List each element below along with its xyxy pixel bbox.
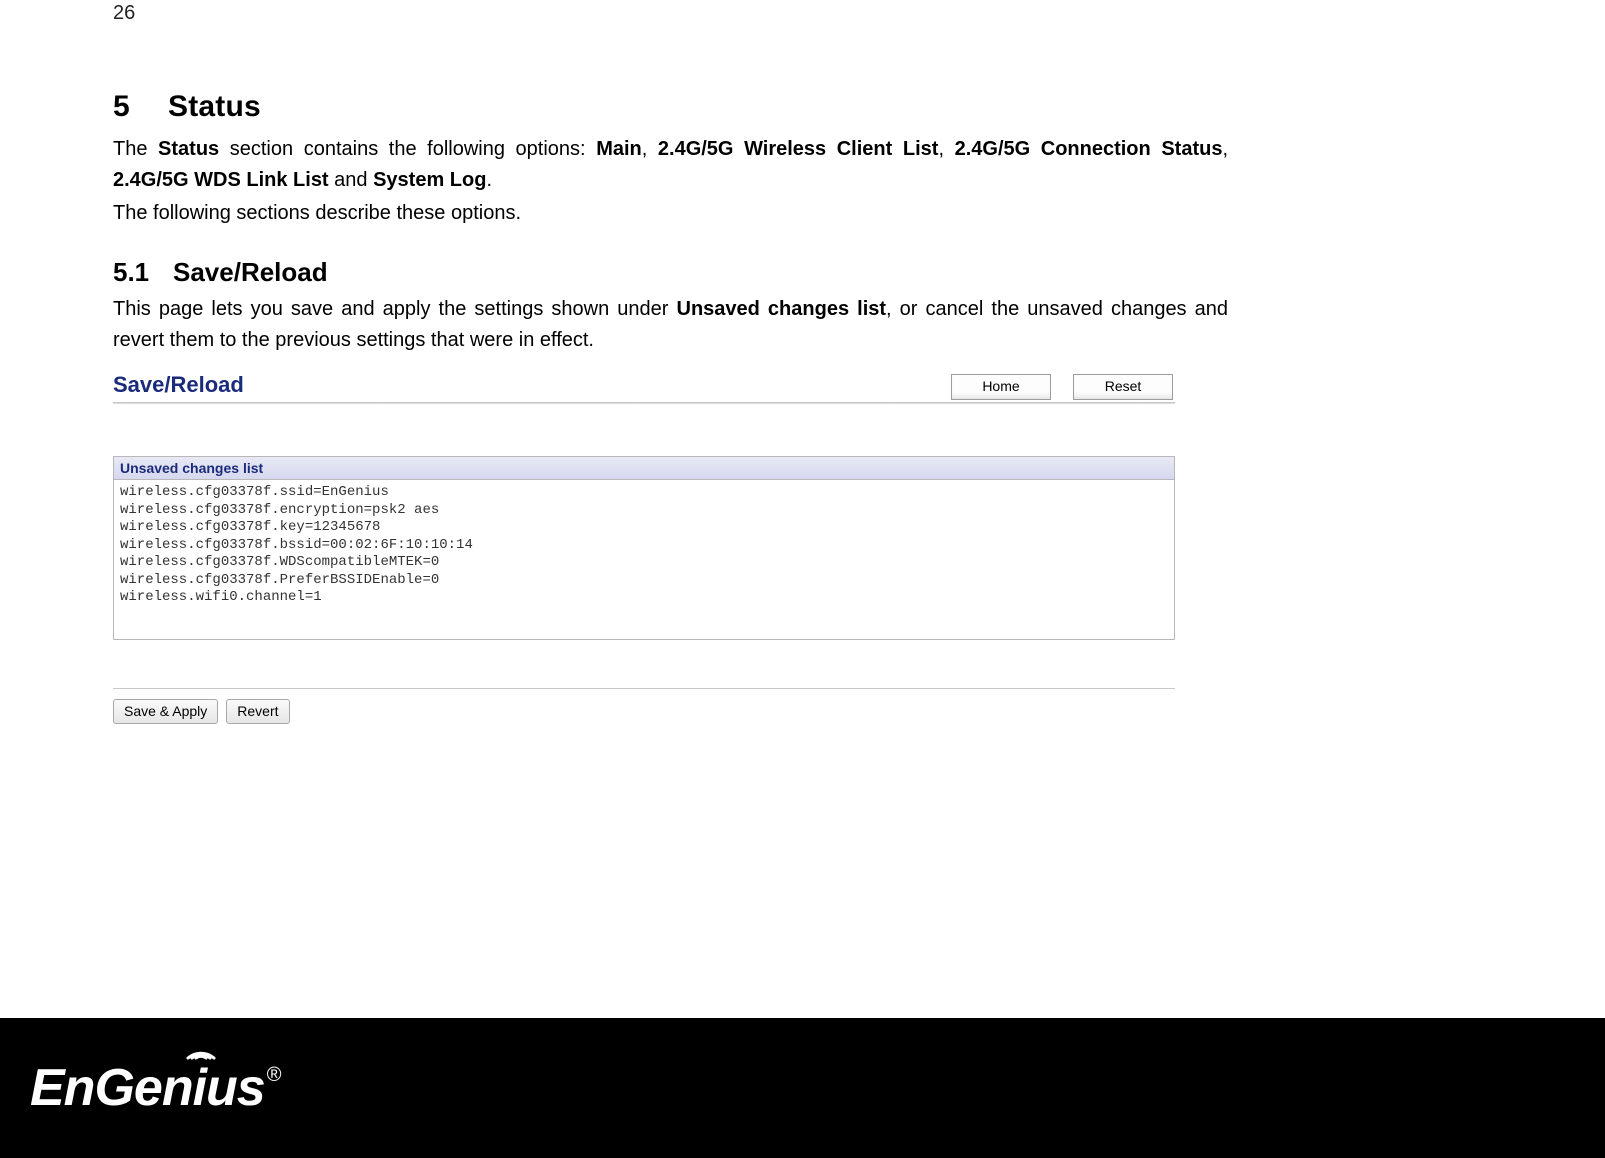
save-apply-button[interactable]: Save & Apply bbox=[113, 699, 218, 724]
footer: EnGeni us ® bbox=[0, 1018, 1605, 1158]
ui-title: Save/Reload bbox=[113, 372, 244, 402]
ui-title-buttons: Home Reset bbox=[951, 374, 1175, 402]
subsection-heading: 5.1Save/Reload bbox=[113, 257, 1228, 288]
intro-paragraph-1: The Status section contains the followin… bbox=[113, 134, 1228, 196]
ui-divider-2 bbox=[113, 688, 1175, 689]
engenius-logo: EnGeni us ® bbox=[30, 1058, 281, 1118]
unsaved-changes-body: wireless.cfg03378f.ssid=EnGenius wireles… bbox=[114, 480, 1174, 639]
unsaved-changes-panel: Unsaved changes list wireless.cfg03378f.… bbox=[113, 456, 1175, 640]
reset-button[interactable]: Reset bbox=[1073, 374, 1173, 400]
revert-button[interactable]: Revert bbox=[226, 699, 289, 724]
ui-divider bbox=[113, 402, 1175, 404]
save-reload-ui: Save/Reload Home Reset Unsaved changes l… bbox=[113, 372, 1175, 724]
wifi-icon bbox=[184, 1032, 218, 1062]
registered-mark: ® bbox=[267, 1064, 282, 1087]
subsection-number: 5.1 bbox=[113, 257, 173, 288]
section-title: Status bbox=[168, 90, 261, 123]
subsection-title: Save/Reload bbox=[173, 257, 328, 287]
unsaved-changes-header: Unsaved changes list bbox=[114, 457, 1174, 480]
ui-titlebar: Save/Reload Home Reset bbox=[113, 372, 1175, 402]
section-number: 5 bbox=[113, 90, 168, 124]
section-heading: 5Status bbox=[113, 90, 1228, 124]
home-button[interactable]: Home bbox=[951, 374, 1051, 400]
page-number: 26 bbox=[113, 2, 135, 25]
logo-text: EnGeni us bbox=[30, 1058, 265, 1118]
ui-bottom-buttons: Save & Apply Revert bbox=[113, 699, 1175, 724]
intro-paragraph-2: The following sections describe these op… bbox=[113, 198, 1228, 229]
subsection-paragraph: This page lets you save and apply the se… bbox=[113, 294, 1228, 356]
main-content: 5Status The Status section contains the … bbox=[113, 90, 1228, 724]
